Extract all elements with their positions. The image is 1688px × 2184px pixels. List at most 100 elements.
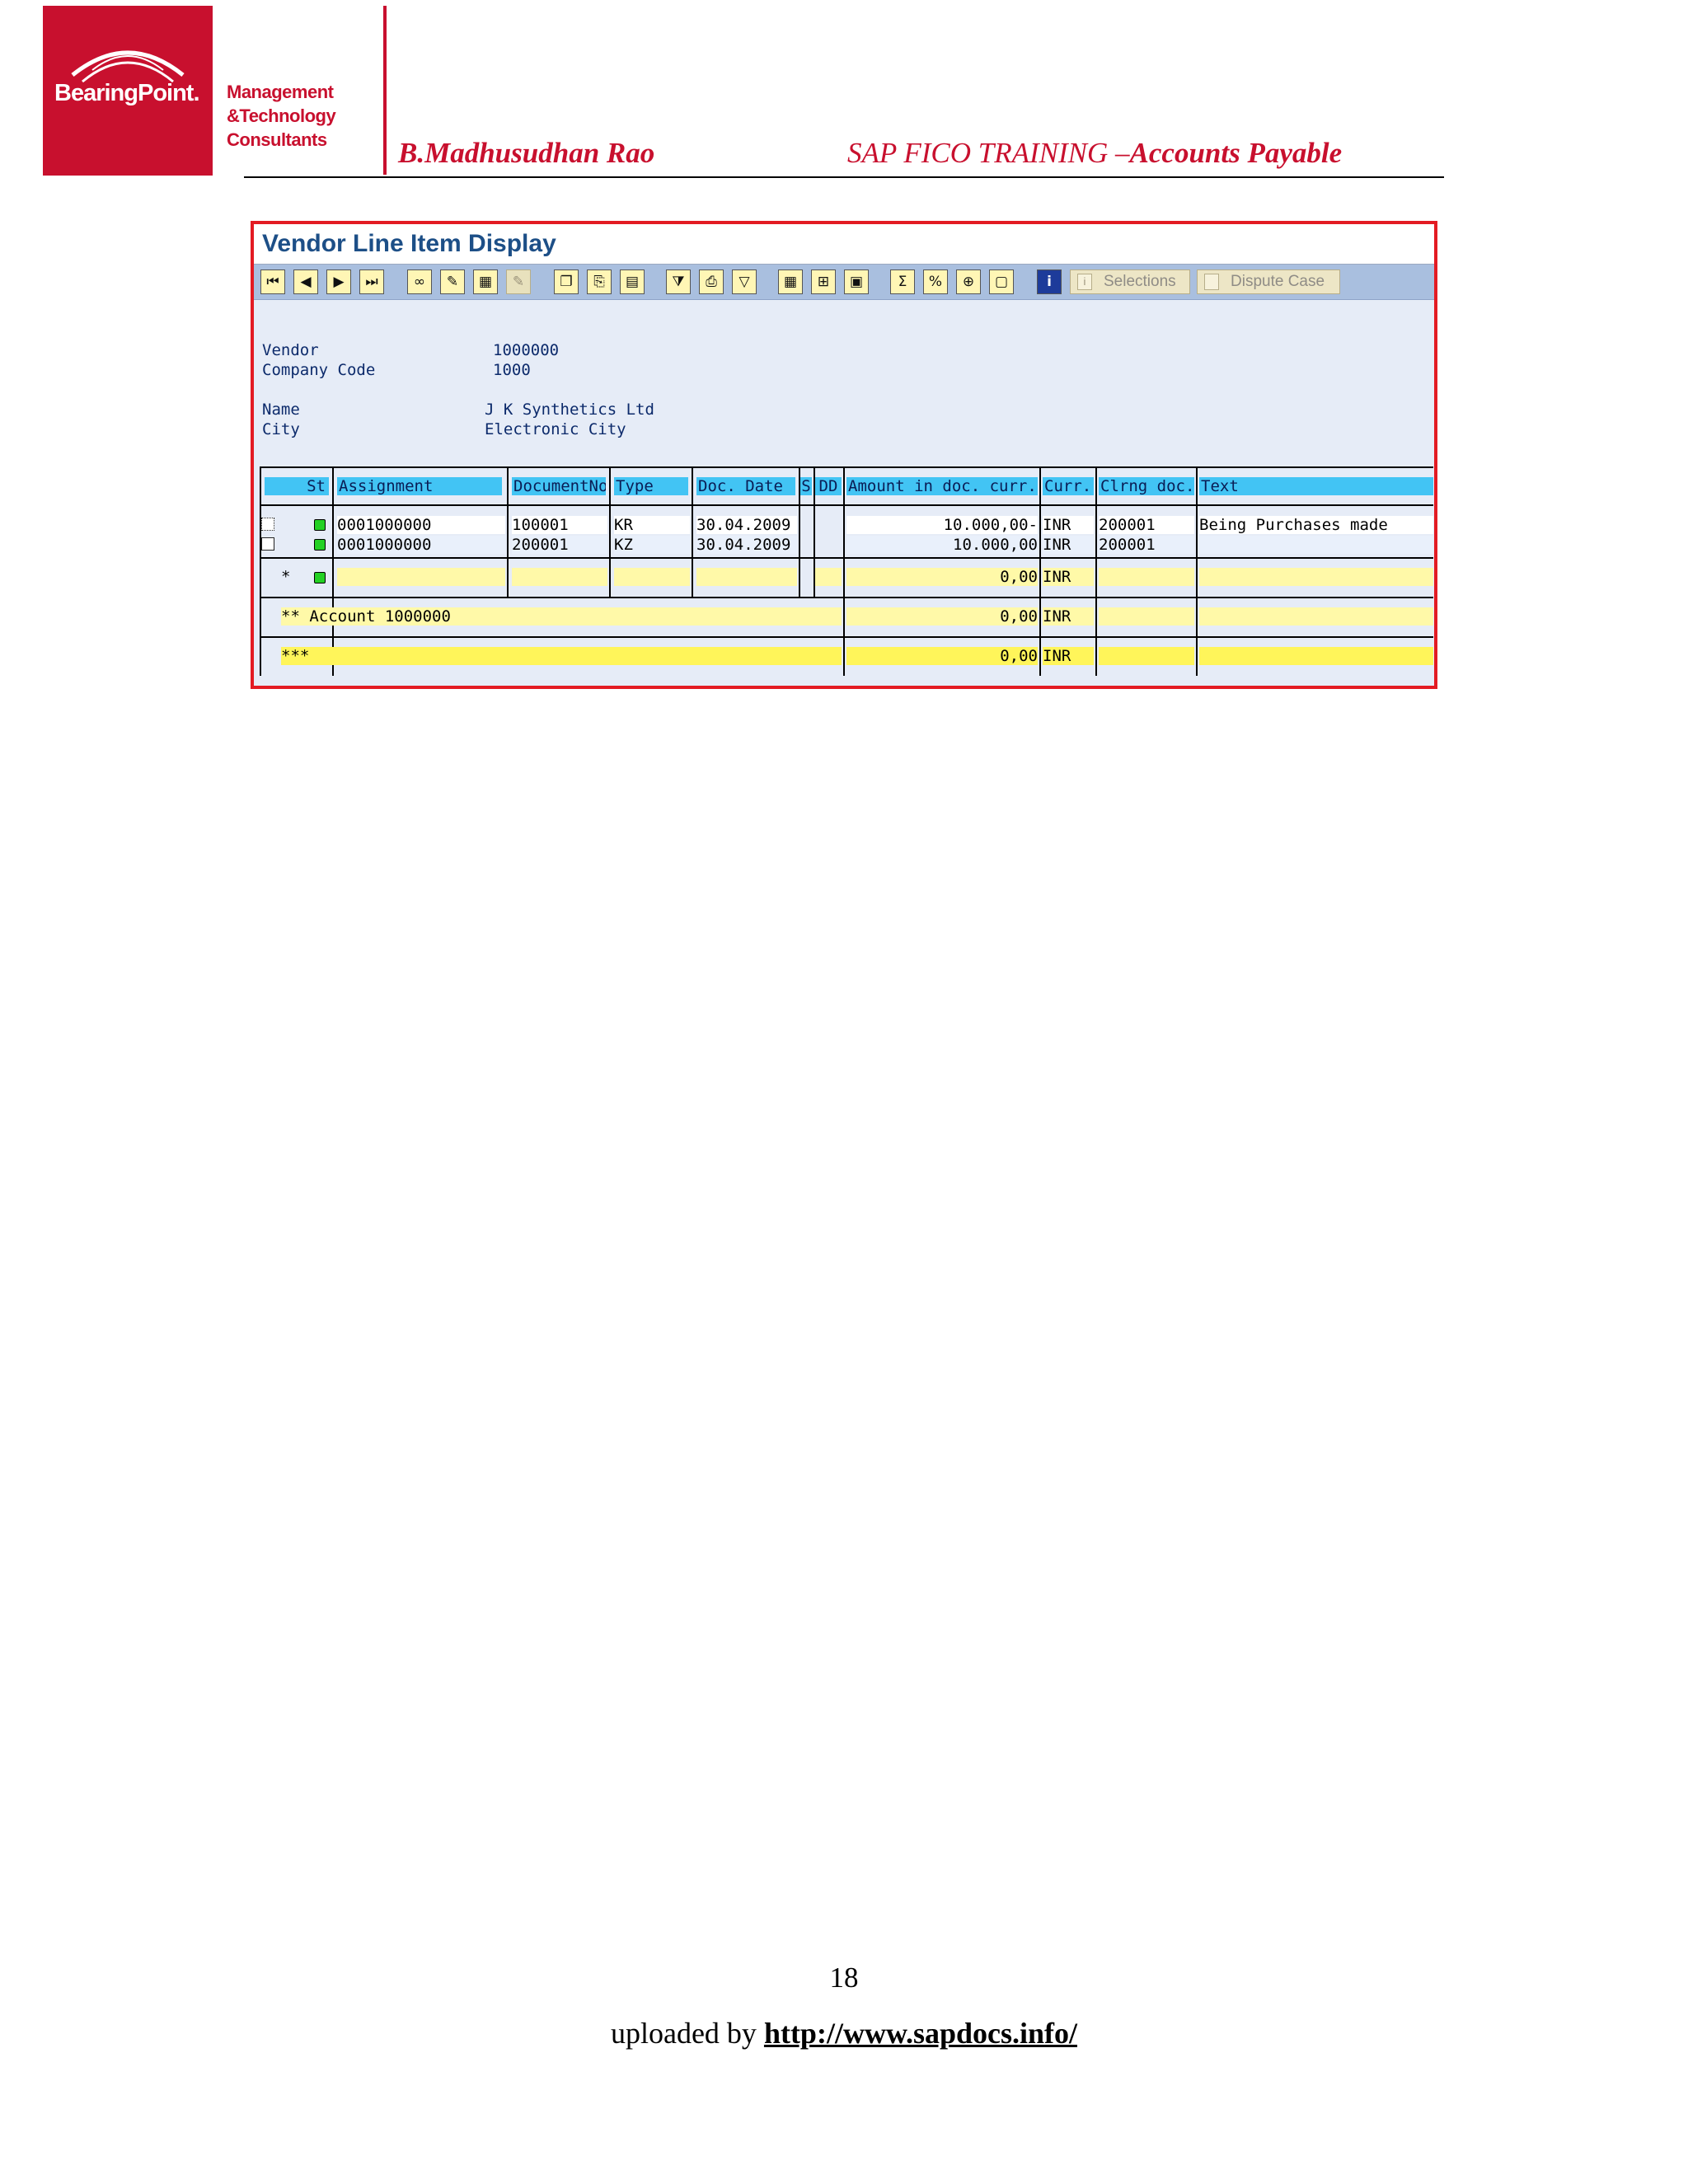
col-header-s[interactable]: S bbox=[800, 477, 812, 495]
upload-credit: uploaded by http://www.sapdocs.info/ bbox=[0, 2016, 1688, 2050]
grid-line bbox=[332, 466, 334, 676]
selections-label: Selections bbox=[1104, 273, 1176, 290]
city-value: Electronic City bbox=[485, 420, 626, 438]
course-title: SAP FICO TRAINING –Accounts Payable bbox=[847, 137, 1342, 170]
row2-type: KZ bbox=[614, 536, 690, 554]
row1-type: KR bbox=[614, 516, 690, 534]
grid-line bbox=[260, 466, 1433, 468]
col-header-assignment[interactable]: Assignment bbox=[337, 477, 502, 495]
status-open-icon bbox=[314, 572, 326, 583]
selections-button: i Selections bbox=[1070, 269, 1190, 294]
previous-page-icon[interactable]: ◀ bbox=[293, 269, 318, 294]
total-level-2-label: ** Account 1000000 bbox=[281, 607, 842, 626]
col-header-dd[interactable]: DD bbox=[815, 477, 842, 495]
total-level-3-label: *** bbox=[281, 647, 842, 665]
row-select-checkbox[interactable] bbox=[261, 518, 274, 531]
col-header-document-no[interactable]: DocumentNo bbox=[512, 477, 606, 495]
copy-icon[interactable]: ❐ bbox=[554, 269, 579, 294]
total-level-3-currency: INR bbox=[1043, 647, 1094, 665]
subtotal-filter-icon[interactable]: ▽ bbox=[732, 269, 757, 294]
course-bold: Accounts Payable bbox=[1129, 137, 1343, 169]
row2-text bbox=[1199, 536, 1433, 554]
grid-line bbox=[260, 504, 1433, 506]
info-icon[interactable]: i bbox=[1037, 269, 1062, 294]
total-fill bbox=[1099, 607, 1194, 626]
last-page-icon[interactable]: ⏭ bbox=[359, 269, 384, 294]
next-page-icon[interactable]: ▶ bbox=[326, 269, 351, 294]
col-header-amount[interactable]: Amount in doc. curr. bbox=[846, 477, 1038, 495]
author-name: B.Madhusudhan Rao bbox=[398, 137, 655, 169]
dispute-case-label: Dispute Case bbox=[1231, 273, 1325, 290]
sum-icon[interactable]: Σ bbox=[890, 269, 915, 294]
course-prefix: SAP FICO TRAINING – bbox=[847, 137, 1130, 169]
header-divider-horizontal bbox=[244, 176, 1444, 178]
status-open-icon bbox=[314, 519, 326, 531]
row2-clearing-doc: 200001 bbox=[1099, 536, 1194, 554]
total-fill bbox=[696, 568, 797, 586]
filter-icon[interactable]: ⧩ bbox=[666, 269, 691, 294]
logo-wordmark: BearingPoint. bbox=[54, 80, 200, 106]
row1-doc-date: 30.04.2009 bbox=[696, 516, 797, 534]
city-label: City bbox=[262, 420, 300, 438]
row1-assignment: 0001000000 bbox=[337, 516, 505, 534]
grid-line bbox=[1095, 466, 1097, 676]
clipboard-icon[interactable]: ▢ bbox=[989, 269, 1014, 294]
print-icon[interactable]: ⎙ bbox=[699, 269, 724, 294]
paste-icon[interactable]: ⎘ bbox=[587, 269, 612, 294]
table-icon[interactable]: ▦ bbox=[778, 269, 803, 294]
layout-icon[interactable]: ▣ bbox=[844, 269, 869, 294]
document-icon bbox=[1204, 274, 1219, 290]
grid-line bbox=[260, 597, 1433, 598]
col-header-text[interactable]: Text bbox=[1199, 477, 1433, 495]
row1-amount: 10.000,00- bbox=[846, 516, 1038, 534]
logo-tagline: Management &Technology Consultants bbox=[227, 80, 336, 152]
tagline-line-3: Consultants bbox=[227, 129, 327, 150]
grid-line bbox=[1196, 466, 1198, 676]
expand-icon[interactable]: ⊕ bbox=[956, 269, 981, 294]
dispute-case-button: Dispute Case bbox=[1197, 269, 1340, 294]
total-fill bbox=[815, 568, 842, 586]
select-layout-icon[interactable]: ▦ bbox=[473, 269, 498, 294]
total-fill bbox=[614, 568, 690, 586]
bearingpoint-logo: BearingPoint. bbox=[43, 6, 213, 176]
col-header-clearing-doc[interactable]: Clrng doc. bbox=[1099, 477, 1194, 495]
upload-link[interactable]: http://www.sapdocs.info/ bbox=[764, 2017, 1077, 2050]
name-label: Name bbox=[262, 401, 300, 419]
row-select-checkbox[interactable] bbox=[261, 537, 274, 551]
total-level-1-label: * bbox=[281, 568, 291, 586]
total-fill bbox=[1099, 568, 1194, 586]
upload-prefix: uploaded by bbox=[610, 2017, 757, 2050]
grid-line bbox=[260, 636, 1433, 638]
row1-clearing-doc: 200001 bbox=[1099, 516, 1194, 534]
insert-column-icon[interactable]: ⊞ bbox=[811, 269, 836, 294]
tagline-line-2: &Technology bbox=[227, 105, 336, 126]
row1-document-no: 100001 bbox=[512, 516, 607, 534]
grid-line bbox=[507, 466, 509, 597]
glasses-icon[interactable]: ∞ bbox=[407, 269, 432, 294]
page-number: 18 bbox=[829, 1961, 859, 1994]
first-page-icon[interactable]: ⏮ bbox=[260, 269, 285, 294]
col-header-type[interactable]: Type bbox=[614, 477, 688, 495]
grid-line bbox=[1039, 466, 1041, 676]
sap-window: Vendor Line Item Display ⏮ ◀ ▶ ⏭ ∞ ✎ ▦ ✎… bbox=[251, 221, 1437, 689]
grid-line bbox=[692, 466, 693, 597]
percent-icon[interactable]: % bbox=[923, 269, 948, 294]
screen-title: Vendor Line Item Display bbox=[254, 224, 1434, 265]
grid-line bbox=[609, 466, 611, 597]
name-value: J K Synthetics Ltd bbox=[485, 401, 654, 419]
col-header-currency[interactable]: Curr. bbox=[1043, 477, 1094, 495]
pencil-icon[interactable]: ✎ bbox=[440, 269, 465, 294]
total-fill bbox=[1199, 607, 1433, 626]
row2-document-no: 200001 bbox=[512, 536, 607, 554]
row2-doc-date: 30.04.2009 bbox=[696, 536, 797, 554]
selections-icon: i bbox=[1077, 274, 1092, 290]
col-header-doc-date[interactable]: Doc. Date bbox=[696, 477, 795, 495]
total-level-2-amount: 0,00 bbox=[846, 607, 1038, 626]
details-icon[interactable]: ▤ bbox=[620, 269, 645, 294]
company-code-label: Company Code bbox=[262, 361, 376, 379]
disabled-change-icon: ✎ bbox=[506, 269, 531, 294]
application-toolbar: ⏮ ◀ ▶ ⏭ ∞ ✎ ▦ ✎ ❐ ⎘ ▤ ⧩ ⎙ ▽ ▦ ⊞ ▣ Σ % ⊕ … bbox=[254, 265, 1434, 300]
vendor-value: 1000000 bbox=[493, 341, 560, 359]
col-header-status[interactable]: St bbox=[265, 477, 329, 495]
header-divider-vertical bbox=[383, 6, 387, 175]
